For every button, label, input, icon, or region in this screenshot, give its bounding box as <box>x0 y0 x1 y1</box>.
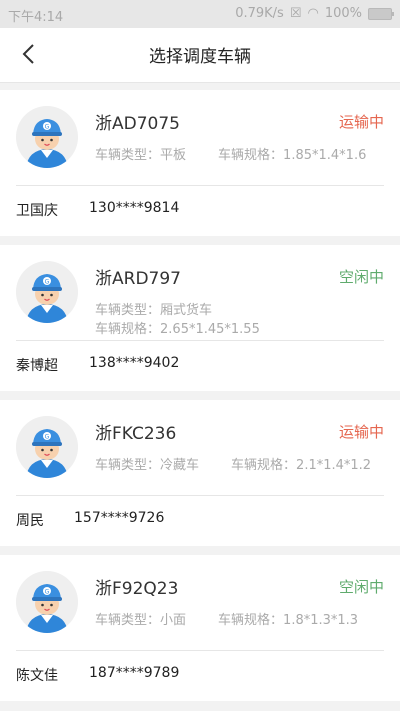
vehicle-spec-label: 车辆规格： <box>231 458 297 473</box>
vehicle-spec: 车辆规格：1.85*1.4*1.6 <box>218 144 366 163</box>
driver-phone: 138****9402 <box>89 355 180 371</box>
svg-text:G: G <box>45 279 50 286</box>
divider <box>16 495 384 496</box>
driver-phone: 157****9726 <box>74 510 165 526</box>
vehicle-card[interactable]: G 浙ARD797 空闲中 车辆类型：厢式货车 车辆规格：2.65*1.45*1… <box>0 245 400 391</box>
vehicle-plate: 浙ARD797 <box>95 269 181 289</box>
status-indicators: 0.79K/s ☒ ◠ 100% <box>235 6 394 21</box>
driver-phone: 187****9789 <box>89 665 180 681</box>
vehicle-status: 空闲中 <box>338 578 384 596</box>
vehicle-card[interactable]: G 浙FKC236 运输中 车辆类型：冷藏车 车辆规格：2.1*1.4*1.2 … <box>0 400 400 546</box>
vehicle-type-label: 车辆类型： <box>95 303 161 318</box>
svg-text:G: G <box>45 124 50 131</box>
vehicle-spec-label: 车辆规格： <box>95 322 161 337</box>
vehicle-type-value: 厢式货车 <box>160 303 213 318</box>
avatar: G <box>16 416 78 478</box>
vehicle-type-label: 车辆类型： <box>95 148 161 163</box>
status-time: 下午4:14 <box>8 10 64 25</box>
vehicle-type-value: 平板 <box>160 148 187 163</box>
vehicle-spec: 车辆规格：2.1*1.4*1.2 <box>231 454 371 473</box>
avatar: G <box>16 571 78 633</box>
network-speed: 0.79K/s <box>235 6 284 21</box>
vehicle-card[interactable]: G 浙F92Q23 空闲中 车辆类型：小面 车辆规格：1.8*1.3*1.3 陈… <box>0 555 400 701</box>
sim-icon: ☒ <box>289 6 302 21</box>
driver-name: 卫国庆 <box>16 203 58 219</box>
vehicle-type-label: 车辆类型： <box>95 613 161 628</box>
vehicle-status: 运输中 <box>338 423 384 441</box>
vehicle-type-value: 小面 <box>160 613 187 628</box>
vehicle-type: 车辆类型：厢式货车 <box>95 299 212 318</box>
vehicle-status: 空闲中 <box>338 268 384 286</box>
avatar: G <box>16 261 78 323</box>
driver-avatar-icon: G <box>16 416 78 478</box>
vehicle-specs: 车辆类型：小面 车辆规格：1.8*1.3*1.3 <box>95 609 384 628</box>
driver-name: 秦博超 <box>16 358 58 374</box>
vehicle-spec: 车辆规格：2.65*1.45*1.55 <box>95 318 260 337</box>
vehicle-type-value: 冷藏车 <box>160 458 200 473</box>
page-title: 选择调度车辆 <box>149 47 251 67</box>
vehicle-plate: 浙FKC236 <box>95 424 177 444</box>
driver-phone: 130****9814 <box>89 200 180 216</box>
battery-icon <box>368 7 394 20</box>
vehicle-list: G 浙AD7075 运输中 车辆类型：平板 车辆规格：1.85*1.4*1.6 … <box>0 90 400 710</box>
vehicle-type: 车辆类型：平板 <box>95 144 186 163</box>
vehicle-status: 运输中 <box>338 113 384 131</box>
driver-avatar-icon: G <box>16 261 78 323</box>
battery-percent: 100% <box>324 6 362 21</box>
vehicle-spec: 车辆规格：1.8*1.3*1.3 <box>218 609 358 628</box>
divider <box>16 185 384 186</box>
vehicle-spec-value: 2.65*1.45*1.55 <box>160 322 260 337</box>
divider <box>16 340 384 341</box>
driver-name: 陈文佳 <box>16 668 58 684</box>
driver-name: 周民 <box>16 513 44 529</box>
svg-text:G: G <box>45 434 50 441</box>
wifi-icon: ◠ <box>307 6 319 21</box>
vehicle-specs: 车辆类型：冷藏车 车辆规格：2.1*1.4*1.2 <box>95 454 384 473</box>
vehicle-spec-value: 2.1*1.4*1.2 <box>296 458 372 473</box>
vehicle-card[interactable]: G 浙AD7075 运输中 车辆类型：平板 车辆规格：1.85*1.4*1.6 … <box>0 90 400 236</box>
vehicle-specs: 车辆类型：厢式货车 车辆规格：2.65*1.45*1.55 <box>95 299 384 337</box>
svg-text:G: G <box>45 589 50 596</box>
vehicle-plate: 浙AD7075 <box>95 114 180 134</box>
vehicle-type-label: 车辆类型： <box>95 458 161 473</box>
nav-bar: 选择调度车辆 <box>0 28 400 83</box>
status-bar: 下午4:14 0.79K/s ☒ ◠ 100% <box>0 0 400 28</box>
driver-avatar-icon: G <box>16 571 78 633</box>
vehicle-spec-value: 1.85*1.4*1.6 <box>283 148 367 163</box>
vehicle-spec-label: 车辆规格： <box>218 613 284 628</box>
vehicle-type: 车辆类型：冷藏车 <box>95 454 199 473</box>
divider <box>16 650 384 651</box>
avatar: G <box>16 106 78 168</box>
vehicle-type: 车辆类型：小面 <box>95 609 186 628</box>
vehicle-plate: 浙F92Q23 <box>95 579 179 599</box>
vehicle-specs: 车辆类型：平板 车辆规格：1.85*1.4*1.6 <box>95 144 384 163</box>
vehicle-spec-value: 1.8*1.3*1.3 <box>283 613 359 628</box>
driver-avatar-icon: G <box>16 106 78 168</box>
vehicle-spec-label: 车辆规格： <box>218 148 284 163</box>
